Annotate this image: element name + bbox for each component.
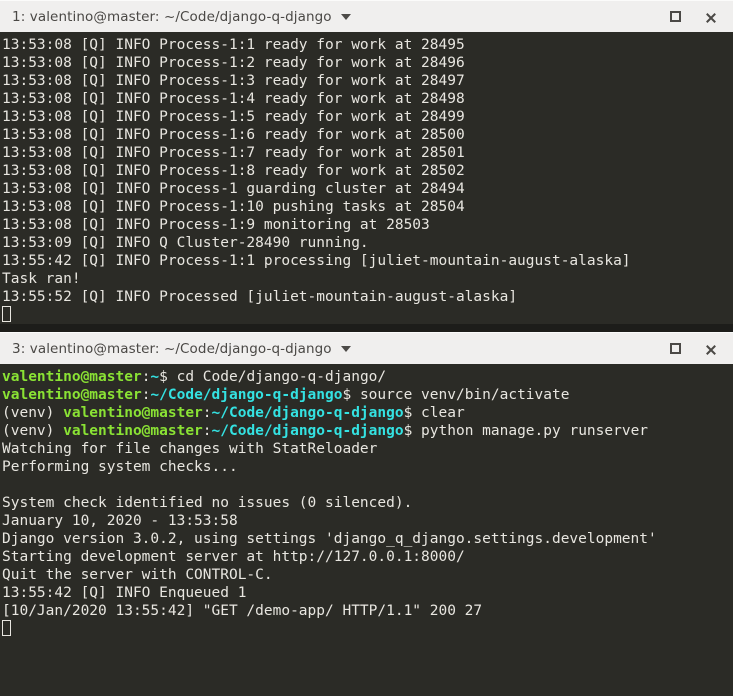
terminal-line: (venv) valentino@master:~/Code/django-q-…	[2, 404, 733, 422]
terminal-line: 13:53:09 [Q] INFO Q Cluster-28490 runnin…	[2, 234, 733, 252]
terminal-line	[2, 306, 733, 324]
terminal-line: Django version 3.0.2, using settings 'dj…	[2, 530, 733, 548]
terminal-text: January 10, 2020 - 13:53:58	[2, 513, 238, 529]
terminal-text: 13:53:08 [Q] INFO Process-1:1 ready for …	[2, 37, 465, 53]
terminal-text: valentino@master	[2, 387, 142, 403]
terminal-text: 13:55:42 [Q] INFO Process-1:1 processing…	[2, 253, 631, 269]
maximize-icon	[669, 343, 681, 354]
chevron-down-icon[interactable]	[340, 13, 351, 20]
terminal-text: $ clear	[403, 405, 465, 421]
terminal-text: (venv)	[2, 423, 64, 439]
terminal-line: Starting development server at http://12…	[2, 548, 733, 566]
chevron-down-icon[interactable]	[340, 345, 351, 352]
terminal-text: 13:53:08 [Q] INFO Process-1:3 ready for …	[2, 73, 465, 89]
window-title: 3: valentino@master: ~/Code/django-q-dja…	[12, 340, 332, 357]
terminal-line: 13:53:08 [Q] INFO Process-1:1 ready for …	[2, 36, 733, 54]
terminal-line	[2, 620, 733, 638]
terminal-line: Performing system checks...	[2, 458, 733, 476]
terminal-text: valentino@master	[63, 405, 203, 421]
terminal-text: ~/Code/django-q-django	[211, 423, 404, 439]
titlebar-window-2[interactable]: 3: valentino@master: ~/Code/django-q-dja…	[0, 332, 733, 364]
terminal-text: 13:53:08 [Q] INFO Process-1:7 ready for …	[2, 145, 465, 161]
terminal-text: System check identified no issues (0 sil…	[2, 495, 413, 511]
terminal-text: 13:53:08 [Q] INFO Process-1:2 ready for …	[2, 55, 465, 71]
terminal-text: $ source venv/bin/activate	[342, 387, 570, 403]
terminal-line: valentino@master:~/Code/django-q-django$…	[2, 386, 733, 404]
close-icon	[705, 11, 717, 23]
terminal-text: :	[202, 405, 212, 421]
terminal-window-2: 3: valentino@master: ~/Code/django-q-dja…	[0, 332, 733, 696]
terminal-line: [10/Jan/2020 13:55:42] "GET /demo-app/ H…	[2, 602, 733, 620]
terminal-window-1: 1: valentino@master: ~/Code/django-q-dja…	[0, 0, 733, 324]
terminal-text: ~/Code/django-q-django	[211, 405, 404, 421]
maximize-button[interactable]	[657, 2, 693, 32]
terminal-text: (venv)	[2, 405, 64, 421]
close-button[interactable]	[693, 2, 729, 32]
terminal-line: Watching for file changes with StatReloa…	[2, 440, 733, 458]
maximize-button[interactable]	[657, 334, 693, 364]
terminal-text: Starting development server at http://12…	[2, 549, 465, 565]
terminal-text: valentino@master	[63, 423, 203, 439]
terminal-text: 13:53:08 [Q] INFO Process-1 guarding clu…	[2, 181, 465, 197]
terminal-line: 13:55:42 [Q] INFO Enqueued 1	[2, 584, 733, 602]
desktop: 1: valentino@master: ~/Code/django-q-dja…	[0, 0, 733, 696]
terminal-line: 13:53:08 [Q] INFO Process-1:3 ready for …	[2, 72, 733, 90]
terminal-text: Django version 3.0.2, using settings 'dj…	[2, 531, 657, 547]
terminal-line: (venv) valentino@master:~/Code/django-q-…	[2, 422, 733, 440]
terminal-cursor	[2, 306, 11, 322]
close-button[interactable]	[693, 334, 729, 364]
terminal-line: System check identified no issues (0 sil…	[2, 494, 733, 512]
terminal-text: 13:53:08 [Q] INFO Process-1:6 ready for …	[2, 127, 465, 143]
terminal-text: :	[202, 423, 212, 439]
terminal-line: 13:53:08 [Q] INFO Process-1:8 ready for …	[2, 162, 733, 180]
terminal-text: Watching for file changes with StatReloa…	[2, 441, 378, 457]
terminal-line: 13:53:08 [Q] INFO Process-1:10 pushing t…	[2, 198, 733, 216]
terminal-text: [10/Jan/2020 13:55:42] "GET /demo-app/ H…	[2, 603, 483, 619]
terminal-line: 13:55:42 [Q] INFO Process-1:1 processing…	[2, 252, 733, 270]
close-icon	[705, 343, 717, 355]
terminal-text: 13:55:42 [Q] INFO Enqueued 1	[2, 585, 247, 601]
terminal-cursor	[2, 620, 11, 636]
terminal-output-1[interactable]: 13:53:08 [Q] INFO Process-1:1 ready for …	[0, 32, 733, 324]
titlebar-window-1[interactable]: 1: valentino@master: ~/Code/django-q-dja…	[0, 0, 733, 32]
maximize-icon	[669, 11, 681, 22]
terminal-line: valentino@master:~$ cd Code/django-q-dja…	[2, 368, 733, 386]
terminal-line: January 10, 2020 - 13:53:58	[2, 512, 733, 530]
terminal-line: Quit the server with CONTROL-C.	[2, 566, 733, 584]
terminal-line: Task ran!	[2, 270, 733, 288]
terminal-text: 13:55:52 [Q] INFO Processed [juliet-moun…	[2, 289, 518, 305]
terminal-text: 13:53:08 [Q] INFO Process-1:4 ready for …	[2, 91, 465, 107]
terminal-text: 13:53:08 [Q] INFO Process-1:5 ready for …	[2, 109, 465, 125]
terminal-text: 13:53:08 [Q] INFO Process-1:9 monitoring…	[2, 217, 430, 233]
terminal-text: ~/Code/django-q-django	[150, 387, 343, 403]
terminal-text: $ python manage.py runserver	[403, 423, 649, 439]
terminal-line: 13:53:08 [Q] INFO Process-1 guarding clu…	[2, 180, 733, 198]
terminal-line: 13:53:08 [Q] INFO Process-1:4 ready for …	[2, 90, 733, 108]
window-separator	[0, 324, 733, 332]
terminal-line: 13:53:08 [Q] INFO Process-1:6 ready for …	[2, 126, 733, 144]
terminal-line: 13:53:08 [Q] INFO Process-1:2 ready for …	[2, 54, 733, 72]
terminal-line: 13:55:52 [Q] INFO Processed [juliet-moun…	[2, 288, 733, 306]
terminal-text: $ cd Code/django-q-django/	[159, 369, 387, 385]
terminal-text: 13:53:08 [Q] INFO Process-1:10 pushing t…	[2, 199, 465, 215]
terminal-output-2[interactable]: valentino@master: ~$ cd Code/django-q-dja…	[0, 364, 733, 696]
terminal-text: ~	[150, 369, 160, 385]
terminal-line: 13:53:08 [Q] INFO Process-1:7 ready for …	[2, 144, 733, 162]
terminal-line: 13:53:08 [Q] INFO Process-1:9 monitoring…	[2, 216, 733, 234]
terminal-text: valentino@master	[2, 369, 142, 385]
window-title: 1: valentino@master: ~/Code/django-q-dja…	[12, 8, 332, 25]
terminal-text: 13:53:09 [Q] INFO Q Cluster-28490 runnin…	[2, 235, 369, 251]
terminal-line: 13:53:08 [Q] INFO Process-1:5 ready for …	[2, 108, 733, 126]
terminal-text: Performing system checks...	[2, 459, 238, 475]
terminal-text: Task ran!	[2, 271, 81, 287]
terminal-text: 13:53:08 [Q] INFO Process-1:8 ready for …	[2, 163, 465, 179]
terminal-text: Quit the server with CONTROL-C.	[2, 567, 273, 583]
